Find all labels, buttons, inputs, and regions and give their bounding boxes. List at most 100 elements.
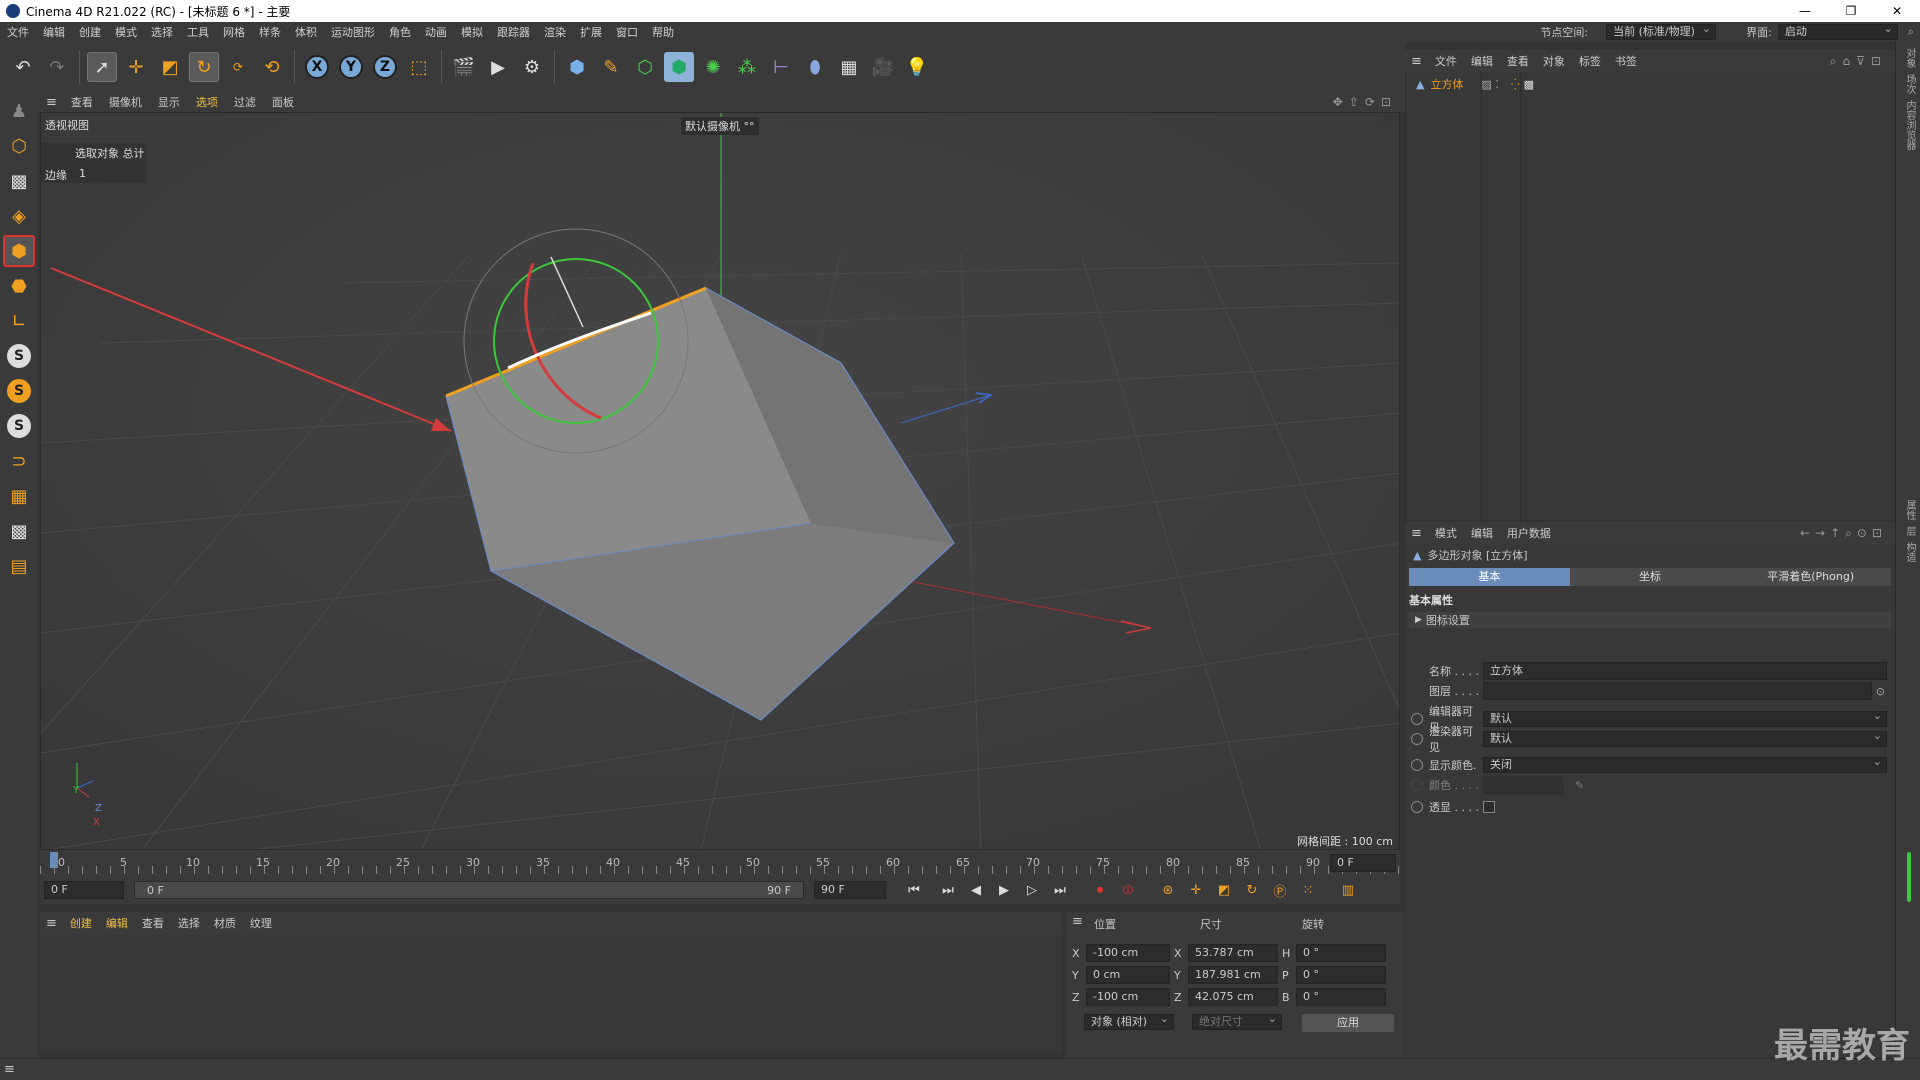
render-picture-viewer-icon[interactable]: ▶: [483, 52, 513, 82]
workplane-icon[interactable]: ▦: [3, 480, 35, 512]
workplane-mode-icon[interactable]: ▤: [3, 550, 35, 582]
snap-enable-icon[interactable]: S: [3, 375, 35, 407]
tab-takes[interactable]: 场次: [1902, 74, 1917, 94]
redo-icon[interactable]: ↷: [42, 52, 72, 82]
key-scale-icon[interactable]: ◩: [1212, 878, 1236, 902]
apply-button[interactable]: 应用: [1302, 1014, 1394, 1032]
end-frame-field[interactable]: 90 F: [814, 881, 886, 899]
render-visible-dropdown[interactable]: 默认: [1483, 729, 1887, 747]
attribute-nav-icons[interactable]: ←→↑⌕⊙⊡: [1800, 526, 1887, 541]
object-manager-tools-icons[interactable]: ⌕⌂⊽⊡: [1830, 54, 1887, 69]
layer-menu-icon[interactable]: ⊙: [1876, 685, 1885, 698]
visibility-dots-icon[interactable]: ▨ ⁚: [1481, 78, 1498, 91]
goto-end-icon[interactable]: ⏭: [1048, 878, 1072, 902]
object-menu-file[interactable]: 文件: [1428, 53, 1464, 69]
menu-spline[interactable]: 样条: [252, 24, 288, 40]
menu-extensions[interactable]: 扩展: [573, 24, 609, 40]
tab-coordinates[interactable]: 坐标: [1569, 568, 1731, 586]
attribute-menu-userdata[interactable]: 用户数据: [1500, 525, 1558, 541]
undo-icon[interactable]: ↶: [8, 52, 38, 82]
coords-mode-dropdown[interactable]: 对象 (相对): [1084, 1012, 1174, 1030]
menu-mesh[interactable]: 网格: [216, 24, 252, 40]
status-menu-icon[interactable]: ≡: [4, 1062, 15, 1077]
menu-window[interactable]: 窗口: [609, 24, 645, 40]
viewport-menu-options[interactable]: 选项: [188, 94, 226, 110]
menu-render[interactable]: 渲染: [537, 24, 573, 40]
tab-structure[interactable]: 构造: [1902, 542, 1917, 562]
rotate-alt-icon[interactable]: ⟲: [257, 52, 287, 82]
xray-checkbox[interactable]: [1483, 801, 1495, 813]
object-row[interactable]: ▲ 立方体 ▨ ⁚ ⁛ ▩: [1406, 76, 1895, 92]
key-pla-icon[interactable]: ⁙: [1296, 878, 1320, 902]
animate-dot-icon[interactable]: [1411, 733, 1423, 745]
menu-select[interactable]: 选择: [144, 24, 180, 40]
light-icon[interactable]: 💡: [902, 52, 932, 82]
object-menu-objects[interactable]: 对象: [1536, 53, 1572, 69]
z-axis-lock-icon[interactable]: Z: [370, 52, 400, 82]
mograph-effector-icon[interactable]: ⁂: [732, 52, 762, 82]
tab-content-browser[interactable]: 内容浏览器: [1902, 100, 1917, 150]
menu-mode[interactable]: 模式: [108, 24, 144, 40]
grid-lock-icon[interactable]: ▩: [3, 515, 35, 547]
tab-attributes[interactable]: 属性: [1902, 500, 1917, 520]
menu-tools[interactable]: 工具: [180, 24, 216, 40]
tab-phong[interactable]: 平滑着色(Phong): [1730, 568, 1892, 586]
material-menu-view[interactable]: 查看: [135, 915, 171, 931]
position-x-field[interactable]: -100 cm: [1086, 944, 1170, 962]
close-button[interactable]: ✕: [1874, 0, 1920, 22]
key-move-icon[interactable]: ✛: [1184, 878, 1208, 902]
layout-dropdown[interactable]: 启动: [1777, 22, 1898, 40]
display-color-dropdown[interactable]: 关闭: [1483, 755, 1887, 773]
material-menu-material[interactable]: 材质: [207, 915, 243, 931]
viewport-menu-display[interactable]: 显示: [150, 94, 188, 110]
rotation-h-field[interactable]: 0 °: [1296, 944, 1386, 962]
timeline-ruler[interactable]: 0 5 10 15 20 25 30 35 40 45 50 55 60 65 …: [40, 850, 1400, 876]
attribute-menu-icon[interactable]: ≡: [1405, 526, 1428, 541]
viewport-menu-filter[interactable]: 过滤: [226, 94, 264, 110]
layer-field[interactable]: [1483, 682, 1872, 700]
editor-visible-dropdown[interactable]: 默认: [1483, 709, 1887, 727]
timeline-layout-icon[interactable]: ▥: [1336, 878, 1360, 902]
x-axis-lock-icon[interactable]: X: [302, 52, 332, 82]
auto-key-icon[interactable]: ⏼: [1116, 878, 1140, 902]
pen-spline-icon[interactable]: ✎: [596, 52, 626, 82]
texture-mode-icon[interactable]: ▩: [3, 165, 35, 197]
texture-tag-icon[interactable]: ▩: [1524, 78, 1534, 91]
key-position-icon[interactable]: ⊛: [1156, 878, 1180, 902]
preview-range-slider[interactable]: 0 F 90 F: [134, 881, 804, 899]
object-menu-bookmarks[interactable]: 书签: [1608, 53, 1644, 69]
coords-size-mode-dropdown[interactable]: 绝对尺寸: [1192, 1012, 1282, 1030]
perspective-viewport[interactable]: 透视视图 默认摄像机 °° 选取对象 总计 边缘 1 Y Z X 网格间距 : …: [40, 112, 1400, 850]
icon-settings-group[interactable]: ▶ 图标设置: [1409, 612, 1891, 628]
select-tool-icon[interactable]: ➚: [87, 52, 117, 82]
material-menu-select[interactable]: 选择: [171, 915, 207, 931]
attribute-menu-edit[interactable]: 编辑: [1464, 525, 1500, 541]
next-frame-icon[interactable]: ▷: [1020, 878, 1044, 902]
menu-animate[interactable]: 动画: [418, 24, 454, 40]
object-name[interactable]: 立方体: [1430, 76, 1463, 92]
key-param-icon[interactable]: Ⓟ: [1268, 878, 1292, 902]
attribute-menu-mode[interactable]: 模式: [1428, 525, 1464, 541]
animate-dot-icon[interactable]: [1411, 759, 1423, 771]
object-menu-tags[interactable]: 标签: [1572, 53, 1608, 69]
key-rotation-icon[interactable]: ↻: [1240, 878, 1264, 902]
coords-menu-icon[interactable]: ≡: [1072, 914, 1083, 929]
render-settings-icon[interactable]: ⚙: [517, 52, 547, 82]
scale-tool-icon[interactable]: ◩: [155, 52, 185, 82]
material-list-area[interactable]: [40, 934, 1062, 1054]
rotation-p-field[interactable]: 0 °: [1296, 966, 1386, 984]
axis-mode-icon[interactable]: ∟: [3, 305, 35, 337]
extrude-generator-icon[interactable]: ⬢: [664, 52, 694, 82]
material-menu-icon[interactable]: ≡: [40, 916, 63, 931]
position-z-field[interactable]: -100 cm: [1086, 988, 1170, 1006]
play-icon[interactable]: ▶: [992, 878, 1016, 902]
tab-basic[interactable]: 基本: [1409, 568, 1570, 586]
menu-volume[interactable]: 体积: [288, 24, 324, 40]
point-mode-icon[interactable]: ◈: [3, 200, 35, 232]
tab-layers[interactable]: 层: [1902, 526, 1917, 536]
size-y-field[interactable]: 187.981 cm: [1188, 966, 1278, 984]
search-icon[interactable]: ⌕: [1908, 25, 1914, 39]
recent-tools-icon[interactable]: ⟳: [223, 52, 253, 82]
current-frame-field[interactable]: 0 F: [1330, 854, 1396, 872]
viewport-nav-icons[interactable]: ✥⇧⟳⊡: [1333, 95, 1397, 109]
